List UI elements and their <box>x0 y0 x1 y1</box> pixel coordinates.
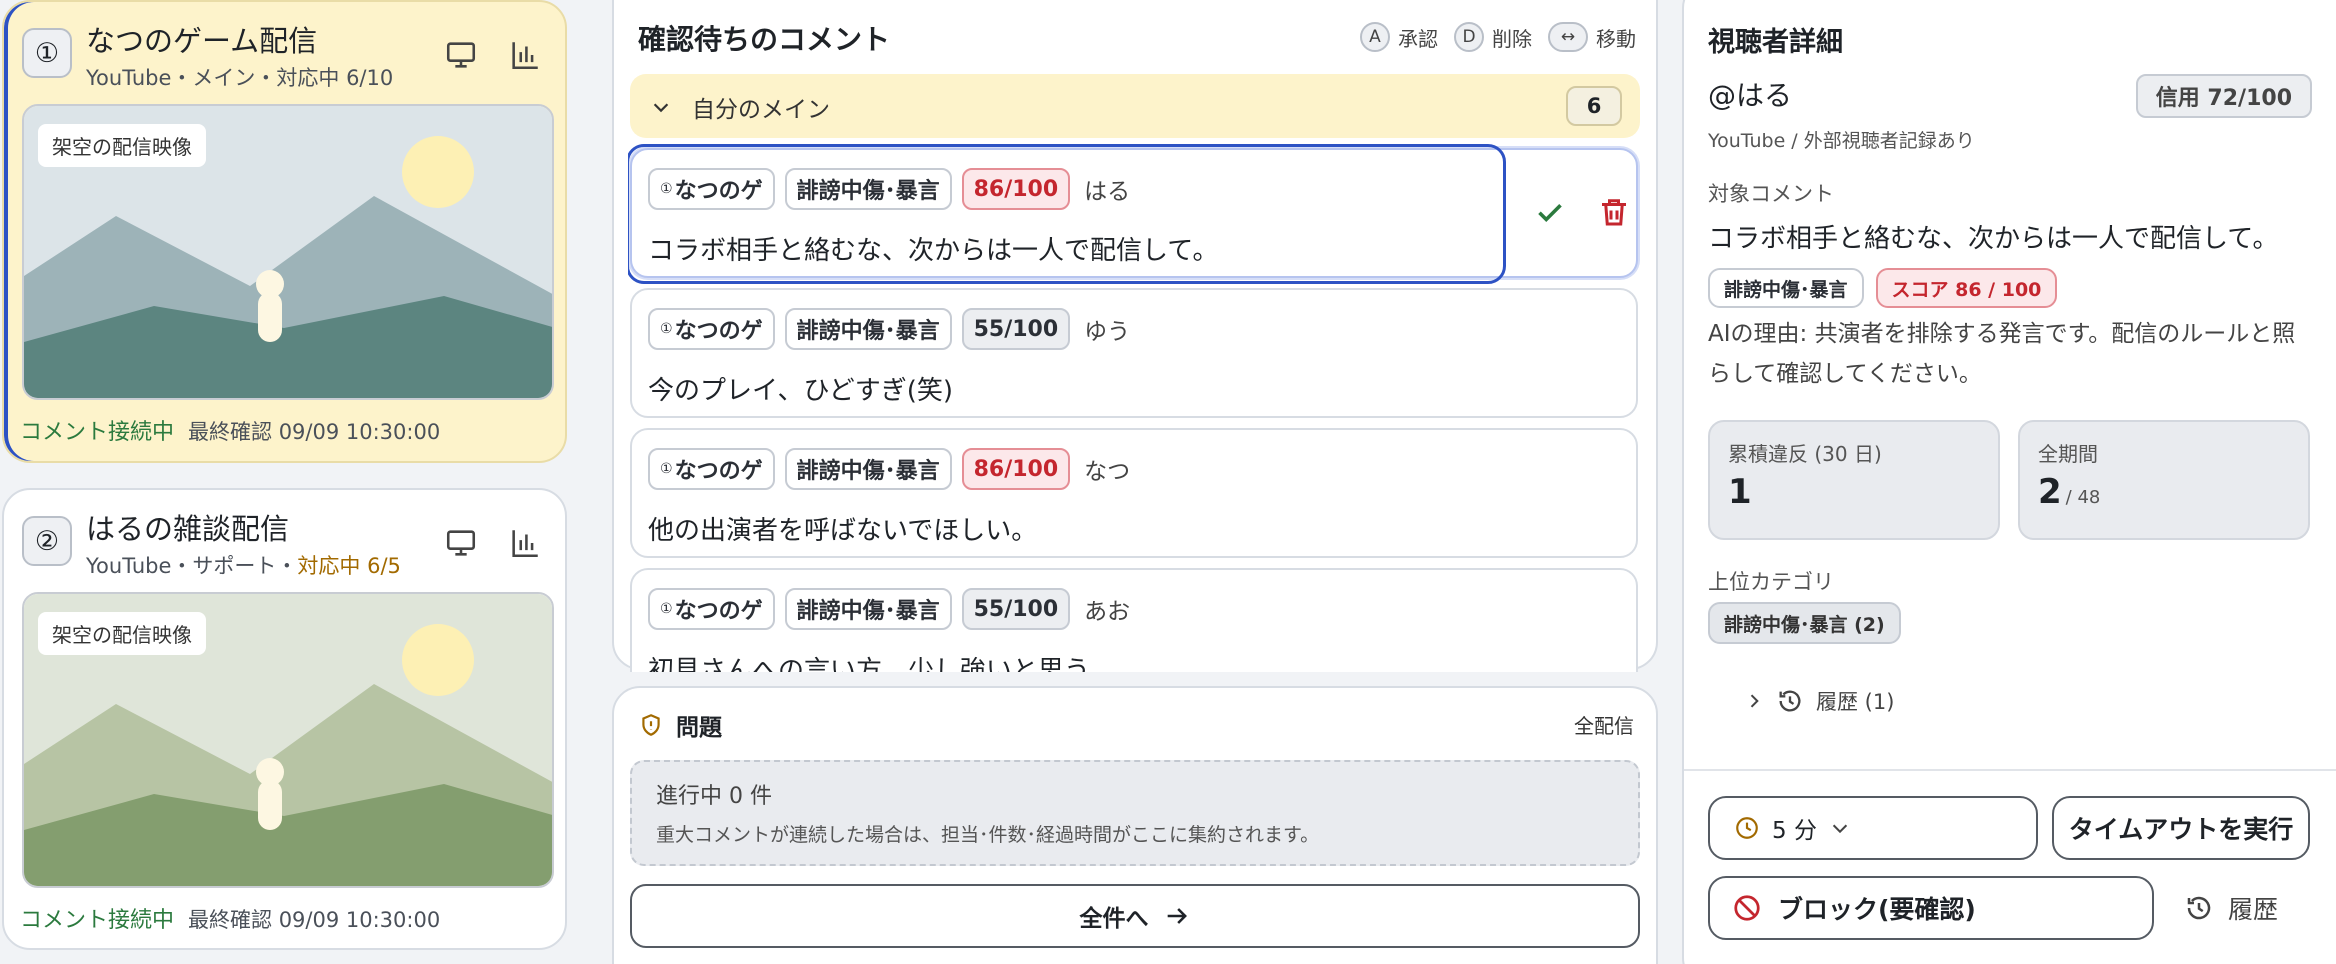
stream-card-2[interactable]: ② はるの雑談配信 YouTube・サポート・対応中 6/5 架空の配信映像 コ… <box>2 488 567 950</box>
viewer-detail-panel: 視聴者詳細 @はる 信用 72/100 YouTube / 外部視聴者記録あり … <box>1682 0 2336 964</box>
clock-icon <box>1736 817 1758 839</box>
chevron-down-icon <box>1832 824 1848 834</box>
preview-sun <box>402 136 474 208</box>
ai-reason: AIの理由: 共演者を排除する発言です。配信のルールと照らして確認してください。 <box>1708 321 2296 387</box>
stream-footer: コメント接続中 最終確認 09/09 10:30:00 <box>20 902 440 934</box>
history-button[interactable]: 履歴 <box>2184 882 2279 934</box>
preview-figure-body <box>258 292 282 342</box>
key-arrows: ↔ <box>1548 22 1588 52</box>
history-toggle[interactable]: 履歴 (1) <box>1744 686 1894 716</box>
section-divider <box>1684 769 2336 771</box>
connection-status: コメント接続中 <box>20 908 175 933</box>
preview-sun <box>402 624 474 696</box>
comment-list[interactable]: ① なつのゲ 誹謗中傷･暴言 86/100 はる コラボ相手と絡むな、次からは一人… <box>628 142 1644 672</box>
key-d: D <box>1454 22 1484 52</box>
category-tag: 誹謗中傷･暴言 <box>784 448 952 490</box>
target-comment-text: コラボ相手と絡むな、次からは一人で配信して。 <box>1708 224 2279 254</box>
stat-30-days: 累積違反 (30 日) 1 <box>1708 420 2000 540</box>
shield-alert-icon <box>642 714 660 736</box>
connection-status: コメント接続中 <box>20 420 175 445</box>
chevron-right-icon <box>1750 694 1759 708</box>
stream-footer: コメント接続中 最終確認 09/09 10:30:00 <box>20 414 440 446</box>
stream-number: ② <box>22 516 72 566</box>
top-category-label: 上位カテゴリ <box>1708 570 1834 594</box>
bar-chart-icon[interactable] <box>508 38 542 72</box>
target-comment-label: 対象コメント <box>1708 182 1834 206</box>
issues-panel: 問題 全配信 進行中 0 件 重大コメントが連続した場合は、担当･件数･経過時間… <box>612 686 1658 964</box>
comment-row[interactable]: ① なつのゲ 誹謗中傷･暴言 86/100 なつ 他の出演者を呼ばないでほしい。 <box>630 428 1638 558</box>
comment-row[interactable]: ① なつのゲ 誹謗中傷･暴言 55/100 ゆう 今のプレイ、ひどすぎ(笑) <box>630 288 1638 418</box>
group-label: 自分のメイン <box>692 97 830 123</box>
comment-row[interactable]: ① なつのゲ 誹謗中傷･暴言 55/100 あお 初見さんへの言い方、少し強いと思… <box>630 568 1638 672</box>
category-tag: 誹謗中傷･暴言 <box>784 168 952 210</box>
stat-all-time: 全期間 2/ 48 <box>2018 420 2310 540</box>
stream-tag: ① なつのゲ <box>648 448 775 490</box>
category-tag: 誹謗中傷･暴言 <box>784 588 952 630</box>
trust-badge: 信用 72/100 <box>2135 74 2312 118</box>
viewer-handle: @はる <box>1708 79 1793 112</box>
comment-text: 今のプレイ、ひどすぎ(笑) <box>648 376 953 406</box>
stream-preview[interactable]: 架空の配信映像 <box>22 104 554 400</box>
comment-user[interactable]: なつ <box>1084 452 1130 486</box>
timeout-button[interactable]: タイムアウトを実行 <box>2052 796 2310 860</box>
stream-title: なつのゲーム配信 <box>86 24 318 58</box>
arrow-right-icon <box>1167 908 1187 924</box>
last-checked: 最終確認 09/09 10:30:00 <box>188 420 441 444</box>
block-button[interactable]: ブロック(要確認) <box>1708 876 2154 940</box>
issues-count: 進行中 0 件 <box>656 784 772 809</box>
comment-text: コラボ相手と絡むな、次からは一人で配信して。 <box>648 236 1219 266</box>
stream-subtitle: YouTube・メイン・対応中 6/10 <box>86 66 394 90</box>
viewer-source: YouTube / 外部視聴者記録あり <box>1708 130 1975 152</box>
history-icon <box>2187 896 2211 920</box>
history-icon <box>1779 690 1801 712</box>
stream-number: ① <box>22 28 72 78</box>
comment-text: 他の出演者を呼ばないでほしい。 <box>648 516 1038 546</box>
stream-tag: ① なつのゲ <box>648 168 775 210</box>
group-count: 6 <box>1566 86 1622 126</box>
monitor-icon[interactable] <box>444 526 478 560</box>
preview-label: 架空の配信映像 <box>38 124 206 167</box>
key-a: A <box>1360 22 1390 52</box>
queue-title: 確認待ちのコメント <box>638 23 891 56</box>
monitor-icon[interactable] <box>444 38 478 72</box>
shortcut-legend: A 承認 D 削除 ↔ 移動 <box>1352 22 1636 52</box>
comment-user[interactable]: ゆう <box>1084 312 1130 346</box>
issues-title: 問題 <box>638 708 722 742</box>
score-tag: スコア 86 / 100 <box>1875 268 2058 308</box>
score-tag: 86/100 <box>961 168 1071 210</box>
trash-icon[interactable] <box>1596 194 1632 230</box>
group-header-main[interactable]: 自分のメイン 6 <box>630 74 1640 138</box>
comment-user[interactable]: あお <box>1084 592 1130 626</box>
stream-card-1[interactable]: ① なつのゲーム配信 YouTube・メイン・対応中 6/10 架空の配信映像 … <box>2 0 567 463</box>
issues-description: 重大コメントが連続した場合は、担当･件数･経過時間がここに集約されます。 <box>656 824 1320 846</box>
issues-scope[interactable]: 全配信 <box>1574 710 1634 739</box>
score-tag: 86/100 <box>961 448 1071 490</box>
category-tag: 誹謗中傷･暴言 <box>784 308 952 350</box>
score-tag: 55/100 <box>961 308 1071 350</box>
target-comment-tags: 誹謗中傷･暴言 スコア 86 / 100 <box>1708 268 2058 308</box>
view-all-button[interactable]: 全件へ <box>630 884 1640 948</box>
check-icon[interactable] <box>1532 194 1568 230</box>
category-tag: 誹謗中傷･暴言 <box>1708 268 1864 308</box>
preview-figure-body <box>258 780 282 830</box>
comment-text: 初見さんへの言い方、少し強いと思う。 <box>648 656 1115 672</box>
block-icon <box>1734 895 1760 921</box>
stream-tag: ① なつのゲ <box>648 308 775 350</box>
stream-subtitle: YouTube・サポート・対応中 6/5 <box>86 554 401 578</box>
comment-user[interactable]: はる <box>1084 172 1130 206</box>
stream-preview[interactable]: 架空の配信映像 <box>22 592 554 888</box>
top-category-tag: 誹謗中傷･暴言 (2) <box>1708 602 1901 644</box>
bar-chart-icon[interactable] <box>508 526 542 560</box>
score-tag: 55/100 <box>961 588 1071 630</box>
preview-label: 架空の配信映像 <box>38 612 206 655</box>
comment-row[interactable]: ① なつのゲ 誹謗中傷･暴言 86/100 はる コラボ相手と絡むな、次からは一人… <box>628 144 1638 284</box>
viewer-title: 視聴者詳細 <box>1708 27 1843 58</box>
issues-empty-state: 進行中 0 件 重大コメントが連続した場合は、担当･件数･経過時間がここに集約さ… <box>630 760 1640 866</box>
timeout-duration-select[interactable]: 5 分 <box>1708 796 2038 860</box>
chevron-down-icon <box>653 103 669 113</box>
last-checked: 最終確認 09/09 10:30:00 <box>188 908 441 932</box>
stream-title: はるの雑談配信 <box>86 512 290 546</box>
stream-tag: ① なつのゲ <box>648 588 775 630</box>
comment-queue-panel: 確認待ちのコメント A 承認 D 削除 ↔ 移動 自分のメイン 6 ① なつのゲ 誹謗中… <box>612 0 1658 672</box>
